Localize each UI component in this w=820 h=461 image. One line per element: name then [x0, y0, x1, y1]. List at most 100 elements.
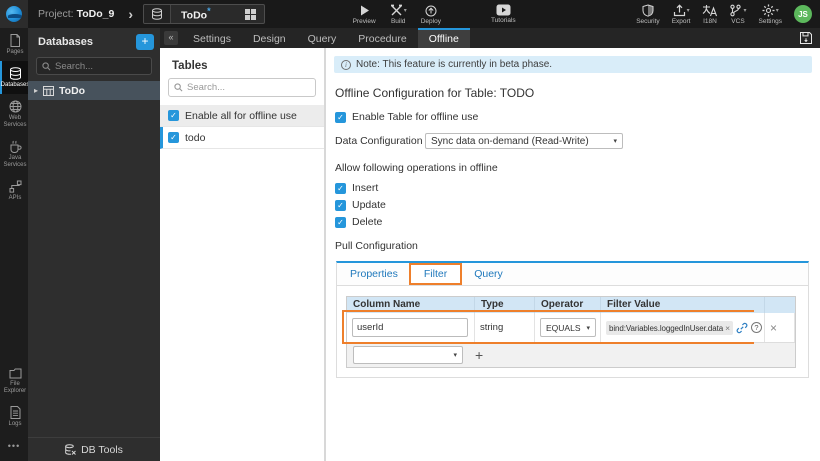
i18n-button[interactable]: I18N — [702, 4, 718, 25]
more-options-icon[interactable]: ••• — [0, 433, 28, 461]
remove-row-icon[interactable]: × — [770, 321, 777, 335]
tab-procedure[interactable]: Procedure — [347, 28, 417, 48]
apps-grid-icon[interactable] — [244, 8, 256, 20]
logs-icon — [10, 406, 20, 419]
operations-label: Allow following operations in offline — [335, 162, 498, 174]
export-button[interactable]: ▾ Export — [671, 3, 691, 25]
operation-update-row: ✓ Update — [335, 199, 812, 211]
todo-checkbox[interactable]: ✓ — [168, 132, 179, 143]
pull-tab-query[interactable]: Query — [461, 263, 516, 285]
vcs-button[interactable]: ▾ VCS — [729, 4, 747, 25]
insert-checkbox[interactable]: ✓ — [335, 182, 346, 194]
workspace-tab-todo[interactable]: ToDo* — [143, 4, 265, 24]
security-button[interactable]: Security — [636, 3, 660, 25]
insert-label: Insert — [352, 182, 379, 194]
build-button[interactable]: ▾ Build — [390, 4, 407, 25]
filter-table: Column Name Type Operator Filter Value s… — [342, 296, 796, 368]
header-operator: Operator — [535, 297, 601, 313]
delete-checkbox[interactable]: ✓ — [335, 216, 346, 228]
bind-value-chip[interactable]: bind:Variables.loggedInUser.data × — [606, 320, 733, 335]
db-tools-button[interactable]: DB Tools — [28, 437, 160, 461]
new-column-select[interactable]: ▾ — [353, 346, 463, 364]
update-checkbox[interactable]: ✓ — [335, 199, 346, 211]
page-title: Offline Configuration for Table: TODO — [335, 86, 535, 100]
db-tools-icon — [65, 443, 76, 455]
databases-panel-header: Databases + — [28, 28, 160, 54]
operator-cell: EQUALS ▾ — [535, 313, 601, 342]
vcs-label: VCS — [731, 17, 745, 25]
deploy-button[interactable]: Deploy — [421, 4, 441, 25]
operator-value: EQUALS — [546, 322, 581, 333]
help-icon[interactable]: ? — [750, 322, 762, 333]
filter-table-header: Column Name Type Operator Filter Value — [347, 297, 795, 313]
beta-note-banner: i Note: This feature is currently in bet… — [334, 56, 812, 73]
caret-down-icon: ▾ — [403, 7, 407, 14]
operation-delete-row: ✓ Delete — [335, 216, 812, 228]
i18n-label: I18N — [703, 17, 717, 25]
add-filter-button[interactable]: + — [475, 347, 483, 363]
tables-search[interactable] — [168, 78, 316, 97]
caret-down-icon: ▾ — [775, 7, 779, 14]
databases-search[interactable] — [36, 57, 152, 75]
enable-all-row[interactable]: ✓ Enable all for offline use — [160, 105, 324, 127]
sidebar-item-pages[interactable]: Pages — [0, 28, 28, 61]
expand-caret-icon[interactable]: ▸ — [34, 86, 38, 95]
export-label: Export — [671, 17, 691, 25]
pull-tab-properties[interactable]: Properties — [337, 263, 411, 285]
pull-tab-filter[interactable]: Filter — [408, 263, 463, 285]
tab-settings[interactable]: Settings — [182, 28, 242, 48]
tables-panel-title: Tables — [172, 60, 208, 72]
tree-item-todo[interactable]: ▸ ToDo — [28, 81, 160, 100]
tab-offline[interactable]: Offline — [417, 28, 470, 48]
tab-design[interactable]: Design — [242, 28, 297, 48]
left-rail: Pages Databases Web Services Java Servic… — [0, 28, 29, 461]
save-icon — [800, 32, 812, 44]
tab-query[interactable]: Query — [297, 28, 348, 48]
clear-bind-icon[interactable]: × — [725, 323, 730, 333]
sidebar-item-apis[interactable]: APIs — [0, 174, 28, 207]
db-tools-label: DB Tools — [81, 443, 123, 456]
sidebar-item-databases[interactable]: Databases — [0, 61, 29, 94]
web-services-icon — [9, 100, 21, 113]
save-button[interactable] — [799, 28, 813, 48]
sidebar-item-label: Logs — [8, 421, 22, 427]
row-actions-cell: × — [765, 313, 795, 342]
service-tab-bar: « Settings Design Query Procedure Offlin… — [160, 28, 820, 48]
topbar-actions: Preview ▾ Build Deploy Tutorials — [353, 4, 516, 25]
sidebar-item-logs[interactable]: Logs — [0, 400, 28, 433]
add-database-button[interactable]: + — [136, 34, 154, 50]
pages-icon — [10, 34, 20, 47]
sidebar-item-web-services[interactable]: Web Services — [0, 94, 28, 134]
column-name-input[interactable] — [352, 318, 468, 337]
table-row-todo[interactable]: ✓ todo — [160, 127, 324, 149]
data-configuration-select[interactable]: Sync data on-demand (Read-Write) ▾ — [425, 133, 623, 149]
filter-tab-content: Column Name Type Operator Filter Value s… — [337, 286, 808, 377]
file-explorer-icon — [9, 368, 21, 379]
enable-table-checkbox[interactable]: ✓ — [335, 111, 346, 123]
operation-insert-row: ✓ Insert — [335, 182, 812, 194]
workspace-tab-label: ToDo* — [171, 6, 217, 22]
enable-all-checkbox[interactable]: ✓ — [168, 110, 179, 121]
caret-down-icon: ▾ — [743, 7, 747, 14]
tables-search-input[interactable] — [187, 82, 310, 93]
tutorials-button[interactable]: Tutorials — [491, 4, 516, 24]
table-row-label: todo — [185, 131, 206, 144]
sidebar-item-file-explorer[interactable]: File Explorer — [0, 362, 28, 400]
settings-button[interactable]: ▾ Settings — [759, 4, 782, 25]
tables-panel: Tables ✓ Enable all for offline use ✓ to… — [160, 48, 325, 461]
table-icon — [43, 85, 55, 96]
beta-note-text: Note: This feature is currently in beta … — [356, 59, 553, 70]
operator-select[interactable]: EQUALS ▾ — [540, 318, 597, 337]
databases-search-input[interactable] — [55, 60, 146, 72]
user-avatar[interactable]: JS — [794, 5, 812, 23]
pull-configuration-card: Properties Filter Query Column Name Type… — [336, 261, 809, 378]
app-logo[interactable] — [0, 0, 28, 28]
preview-button[interactable]: Preview — [353, 4, 376, 25]
collapse-panel-button[interactable]: « — [164, 31, 178, 45]
delete-label: Delete — [352, 216, 383, 228]
pull-configuration-label: Pull Configuration — [335, 240, 418, 252]
enable-table-label: Enable Table for offline use — [352, 111, 479, 123]
sidebar-item-label: Pages — [6, 49, 24, 55]
bind-link-icon[interactable] — [736, 322, 748, 334]
sidebar-item-java-services[interactable]: Java Services — [0, 134, 28, 174]
